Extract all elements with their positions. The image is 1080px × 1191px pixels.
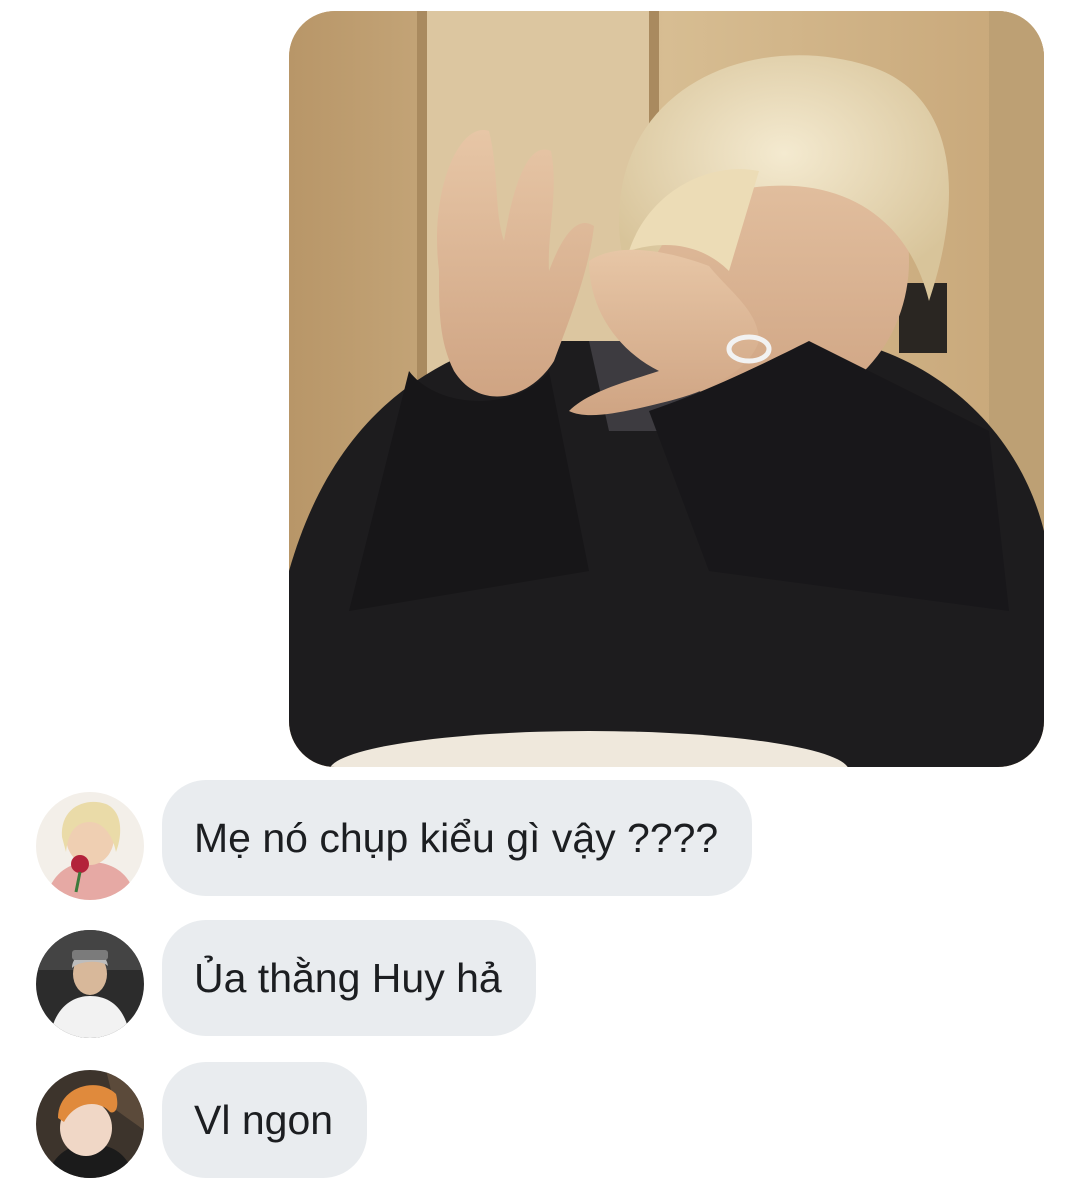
message-text: Mẹ nó chụp kiểu gì vậy ???? <box>194 815 719 861</box>
message-text: Vl ngon <box>194 1097 334 1143</box>
avatar-blonde-with-rose-icon <box>36 792 144 900</box>
message-bubble[interactable]: Mẹ nó chụp kiểu gì vậy ???? <box>162 780 753 896</box>
avatar-orange-hair-icon <box>36 1070 144 1178</box>
message-bubble[interactable]: Ủa thằng Huy hả <box>162 920 536 1036</box>
photo-image <box>289 11 1044 767</box>
avatar-white-outfit-icon <box>36 930 144 1038</box>
message-text: Ủa thằng Huy hả <box>194 955 502 1001</box>
avatar[interactable] <box>36 792 144 900</box>
photo-message[interactable] <box>289 11 1044 767</box>
avatar[interactable] <box>36 1070 144 1178</box>
avatar[interactable] <box>36 930 144 1038</box>
message-bubble[interactable]: Vl ngon <box>162 1062 368 1178</box>
